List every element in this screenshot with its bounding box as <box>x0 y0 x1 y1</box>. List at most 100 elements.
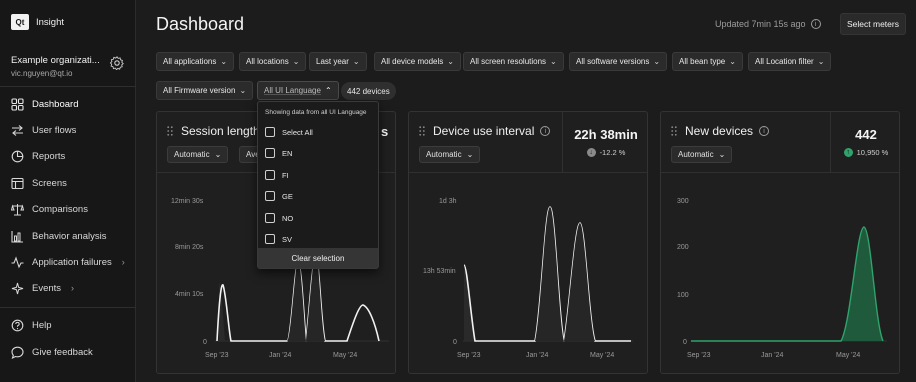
filter-firmware-version[interactable]: All Firmware version ⌄ <box>156 81 254 100</box>
pie-chart-icon <box>11 150 24 162</box>
sidebar-divider <box>0 307 136 308</box>
y-tick-label: 300 <box>677 198 689 205</box>
sidebar-item-comparisons[interactable]: Comparisons <box>0 198 136 220</box>
drag-handle-icon[interactable] <box>671 126 677 136</box>
stat-delta: ↑ 10,950 % <box>843 148 888 157</box>
sidebar-item-label: User flows <box>32 124 77 136</box>
checkbox[interactable] <box>265 213 275 223</box>
chevron-down-icon: ⌄ <box>239 86 247 95</box>
checkbox[interactable] <box>265 234 275 244</box>
chevron-down-icon: ⌄ <box>220 57 228 66</box>
option-select-all[interactable]: Select All <box>265 124 313 140</box>
card-new-devices: New devices i Automatic ⌄ 442 ↑ 10,950 % 30… <box>660 111 900 374</box>
x-tick-label: Sep '23 <box>205 352 229 359</box>
chat-bubble-icon <box>11 346 24 359</box>
filter-label: All UI Language <box>264 86 321 95</box>
info-icon[interactable]: i <box>759 126 770 136</box>
drag-handle-icon[interactable] <box>167 126 173 136</box>
info-icon[interactable]: i <box>810 19 821 29</box>
option-en[interactable]: EN <box>265 145 292 161</box>
checkbox[interactable] <box>265 191 275 201</box>
filter-label: All software versions <box>576 57 650 66</box>
y-tick-label: 1d 3h <box>439 198 457 205</box>
sidebar-item-help[interactable]: Help <box>0 314 136 336</box>
gear-icon[interactable] <box>110 56 124 70</box>
sidebar-item-dashboard[interactable]: Dashboard <box>0 93 136 115</box>
filter-label: All device models <box>381 57 444 66</box>
sparkle-icon <box>11 282 24 294</box>
page-title: Dashboard <box>156 14 245 34</box>
sidebar-item-label: Help <box>32 319 52 331</box>
mode-select[interactable]: Automatic ⌄ <box>419 146 481 163</box>
stat-value: 22h 38min <box>574 127 638 142</box>
option-label: Select All <box>282 127 313 137</box>
dashboard-icon <box>11 97 24 111</box>
option-label: SV <box>282 234 293 244</box>
stat-value: 442 <box>855 127 877 142</box>
filter-label: All screen resolutions <box>470 57 547 66</box>
filter-location-filter[interactable]: All Location filter ⌄ <box>748 52 832 71</box>
y-tick-label: 100 <box>677 292 689 299</box>
devices-count-badge: 442 devices <box>341 82 396 100</box>
sidebar-item-behavior-analysis[interactable]: Behavior analysis <box>0 225 136 247</box>
scale-icon <box>11 203 24 215</box>
filter-software-versions[interactable]: All software versions ⌄ <box>569 52 668 71</box>
chevron-right-icon: › <box>71 283 75 293</box>
mode-select[interactable]: Automatic ⌄ <box>167 146 229 163</box>
last-updated-text: Updated 7min 15s ago <box>715 19 806 29</box>
checkbox[interactable] <box>265 148 275 158</box>
y-tick-label: 13h 53min <box>423 268 456 275</box>
chevron-down-icon: ⌄ <box>729 57 736 66</box>
qt-logo: Qt <box>11 14 29 30</box>
y-tick-label: 200 <box>677 244 689 251</box>
sidebar-item-screens[interactable]: Screens <box>0 172 136 194</box>
activity-icon <box>11 255 24 268</box>
arrow-down-icon: ↓ <box>586 148 596 157</box>
card-title-text: Device use interval <box>433 124 535 138</box>
x-tick-label: Sep '23 <box>457 352 481 359</box>
filter-applications[interactable]: All applications ⌄ <box>156 52 235 71</box>
info-icon[interactable]: i <box>540 126 551 136</box>
filter-device-models[interactable]: All device models ⌄ <box>374 52 461 71</box>
checkbox[interactable] <box>265 170 275 180</box>
sidebar-item-label: Application failures <box>32 256 112 268</box>
sidebar-item-events[interactable]: Events › <box>0 277 136 299</box>
chevron-down-icon: ⌄ <box>214 150 222 159</box>
mode-label: Automatic <box>678 150 714 159</box>
x-tick-label: May '24 <box>590 352 614 359</box>
area-fill <box>841 227 883 341</box>
clear-selection-button[interactable]: Clear selection <box>258 248 378 268</box>
x-tick-label: Jan '24 <box>269 352 291 359</box>
sidebar-item-user-flows[interactable]: User flows <box>0 119 136 141</box>
filter-label: All applications <box>163 57 217 66</box>
drag-handle-icon[interactable] <box>419 126 425 136</box>
sidebar-item-label: Give feedback <box>32 346 93 358</box>
user-flows-icon <box>12 124 23 136</box>
filter-bean-type[interactable]: All bean type ⌄ <box>672 52 743 71</box>
chevron-down-icon: ⌄ <box>466 150 474 159</box>
sidebar-item-application-failures[interactable]: Application failures › <box>0 251 136 273</box>
option-no[interactable]: NO <box>265 210 293 226</box>
filter-time-range[interactable]: Last year ⌄ <box>309 52 367 71</box>
mode-select[interactable]: Automatic ⌄ <box>671 146 733 163</box>
chevron-down-icon: ⌄ <box>292 57 300 66</box>
filter-label: All Firmware version <box>163 86 236 95</box>
organization-switcher[interactable]: Example organizati... vic.nguyen@qt.io <box>11 55 111 78</box>
checkbox[interactable] <box>265 127 275 137</box>
filter-label: All bean type <box>679 57 726 66</box>
option-ge[interactable]: GE <box>265 188 293 204</box>
option-sv[interactable]: SV <box>265 231 292 247</box>
sidebar-item-reports[interactable]: Reports <box>0 145 136 167</box>
filter-locations[interactable]: All locations ⌄ <box>239 52 307 71</box>
filter-ui-language[interactable]: All UI Language ⌃ <box>257 81 339 100</box>
arrow-up-icon: ↑ <box>843 148 853 157</box>
brand[interactable]: Qt Insight <box>11 14 64 30</box>
option-fi[interactable]: FI <box>265 167 289 183</box>
x-tick-label: May '24 <box>836 352 860 359</box>
select-meters-button[interactable]: Select meters <box>840 13 906 35</box>
sidebar-item-label: Behavior analysis <box>32 230 107 242</box>
sidebar-item-feedback[interactable]: Give feedback <box>0 341 136 363</box>
stat-block: 22h 38min ↓ -12.2 % <box>562 112 647 172</box>
filter-screen-resolutions[interactable]: All screen resolutions ⌄ <box>463 52 564 71</box>
last-updated: Updated 7min 15s ago i <box>715 19 821 29</box>
